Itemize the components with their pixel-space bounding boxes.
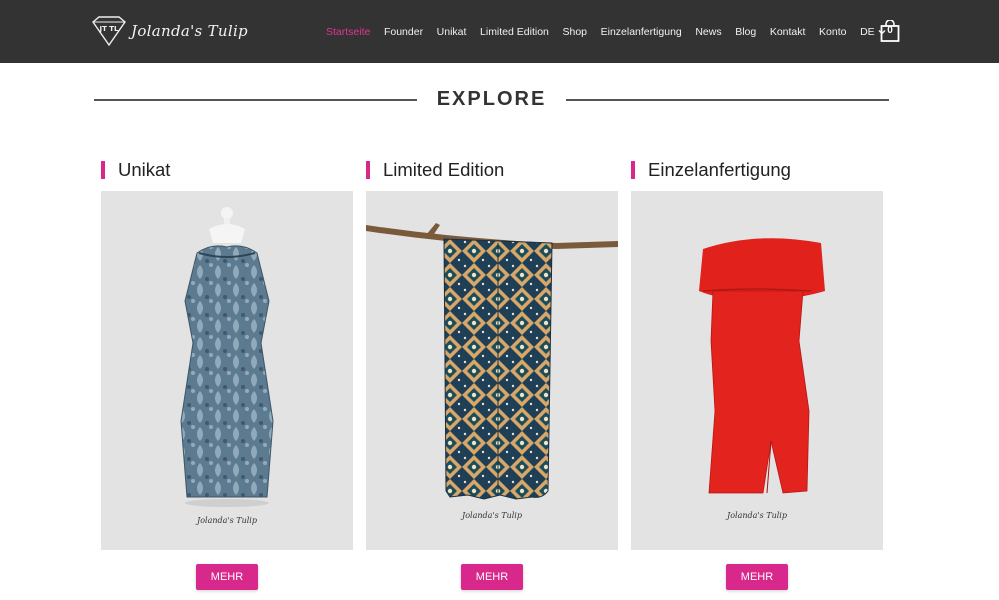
logo-diamond-icon: JT TL	[92, 16, 126, 46]
nav-item-unikat[interactable]: Unikat	[437, 26, 467, 38]
product-image-blue-dress[interactable]: Jolanda's Tulip	[101, 191, 353, 550]
card-limited-edition: Limited Edition Jolanda's Tulip MEHR	[366, 159, 618, 590]
product-image-red-dress[interactable]: Jolanda's Tulip	[631, 191, 883, 550]
nav-item-limited-edition[interactable]: Limited Edition	[480, 26, 549, 38]
card-title: Unikat	[118, 159, 171, 180]
nav-item-kontakt[interactable]: Kontakt	[770, 26, 806, 38]
cart-button[interactable]: 0	[880, 19, 900, 42]
title-accent-bar	[101, 161, 105, 179]
card-title: Limited Edition	[383, 159, 505, 180]
section-title: EXPLORE	[436, 88, 547, 110]
nav-item-news[interactable]: News	[695, 26, 721, 38]
cart-count: 0	[887, 25, 893, 36]
mehr-button[interactable]: MEHR	[726, 564, 788, 590]
mehr-button[interactable]: MEHR	[461, 564, 523, 590]
card-header: Einzelanfertigung	[631, 159, 883, 180]
image-brand-caption: Jolanda's Tulip	[462, 511, 522, 520]
product-image-scarf[interactable]: Jolanda's Tulip	[366, 191, 618, 550]
nav-item-founder[interactable]: Founder	[384, 26, 423, 38]
nav-item-startseite[interactable]: Startseite	[326, 26, 370, 38]
image-brand-caption: Jolanda's Tulip	[197, 516, 257, 525]
svg-text:JT TL: JT TL	[98, 25, 119, 33]
red-dress-illustration	[699, 238, 825, 494]
card-title: Einzelanfertigung	[648, 159, 791, 180]
nav-item-blog[interactable]: Blog	[735, 26, 756, 38]
language-label: DE	[860, 26, 875, 38]
scarf-illustration	[366, 223, 618, 500]
nav-item-konto[interactable]: Konto	[819, 26, 846, 38]
logo[interactable]: JT TL Jolanda's Tulip	[91, 16, 248, 46]
explore-divider-right	[566, 99, 889, 101]
title-accent-bar	[631, 161, 635, 179]
nav-item-shop[interactable]: Shop	[562, 26, 587, 38]
main-nav: Startseite Founder Unikat Limited Editio…	[326, 24, 886, 40]
mehr-button[interactable]: MEHR	[196, 564, 258, 590]
nav-item-einzelanfertigung[interactable]: Einzelanfertigung	[601, 26, 682, 38]
blue-dress-illustration	[180, 207, 274, 507]
card-header: Unikat	[101, 159, 353, 180]
logo-text: Jolanda's Tulip	[131, 22, 248, 40]
card-header: Limited Edition	[366, 159, 618, 180]
explore-divider-left	[94, 99, 417, 101]
card-unikat: Unikat Jolanda's Tulip MEHR	[101, 159, 353, 590]
image-brand-caption: Jolanda's Tulip	[727, 511, 787, 520]
site-header: JT TL Jolanda's Tulip Startseite Founder…	[0, 0, 999, 63]
card-einzelanfertigung: Einzelanfertigung Jolanda's Tulip MEHR	[631, 159, 883, 590]
title-accent-bar	[366, 161, 370, 179]
